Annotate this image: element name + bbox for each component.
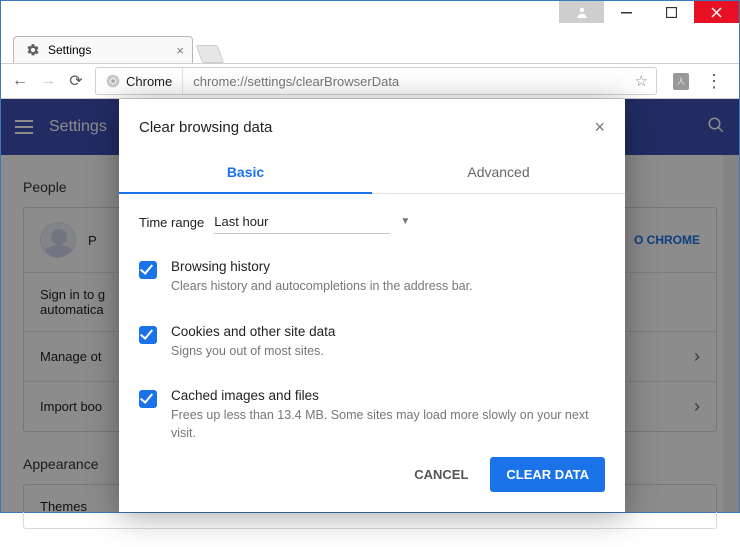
time-range-row: Time range ▼ [139, 210, 605, 245]
chrome-logo-icon [106, 74, 120, 88]
option-title: Cookies and other site data [171, 324, 335, 339]
option-browsing-history[interactable]: Browsing history Clears history and auto… [139, 245, 605, 310]
page-content: Settings People P O CHROME Sign in to g … [1, 99, 739, 512]
option-desc: Clears history and autocompletions in th… [171, 278, 473, 296]
time-range-select[interactable] [214, 210, 390, 234]
option-desc: Frees up less than 13.4 MB. Some sites m… [171, 407, 605, 442]
dialog-header: Clear browsing data × [119, 99, 625, 142]
clear-browsing-data-dialog: Clear browsing data × Basic Advanced Tim… [119, 99, 625, 512]
url-scheme-chip: Chrome [96, 68, 183, 94]
window-minimize-button[interactable] [604, 1, 649, 23]
tab-advanced[interactable]: Advanced [372, 152, 625, 194]
forward-button: → [39, 72, 57, 90]
checkbox-browsing-history[interactable] [139, 261, 157, 279]
option-desc: Signs you out of most sites. [171, 343, 335, 361]
browser-menu-button[interactable]: ⋮ [699, 71, 729, 92]
url-text: chrome://settings/clearBrowserData [183, 74, 626, 89]
window-maximize-button[interactable] [649, 1, 694, 23]
option-cookies[interactable]: Cookies and other site data Signs you ou… [139, 310, 605, 375]
time-range-label: Time range [139, 215, 204, 230]
pdf-icon[interactable]: 人 [673, 73, 689, 90]
dialog-close-button[interactable]: × [594, 117, 605, 138]
omnibox[interactable]: Chrome chrome://settings/clearBrowserDat… [95, 67, 657, 95]
new-tab-button[interactable] [196, 45, 225, 63]
chevron-down-icon: ▼ [400, 216, 410, 227]
bookmark-star-icon[interactable]: ☆ [627, 72, 656, 90]
dialog-title: Clear browsing data [139, 119, 272, 136]
toolbar: ← → ⟳ Chrome chrome://settings/clearBrow… [1, 63, 739, 99]
tab-settings[interactable]: Settings × [13, 36, 193, 63]
option-cache[interactable]: Cached images and files Frees up less th… [139, 374, 605, 443]
window-titlebar [1, 1, 739, 31]
dialog-tabs: Basic Advanced [119, 152, 625, 194]
tab-strip: Settings × [1, 31, 739, 63]
dialog-footer: CANCEL CLEAR DATA [119, 443, 625, 512]
window-user-button[interactable] [559, 1, 604, 23]
dialog-body: Time range ▼ Browsing history Clears his… [119, 194, 625, 443]
gear-icon [26, 43, 40, 57]
option-title: Browsing history [171, 259, 473, 274]
reload-button[interactable]: ⟳ [67, 71, 85, 91]
tab-close-icon[interactable]: × [176, 43, 184, 58]
tab-basic[interactable]: Basic [119, 152, 372, 194]
checkbox-cache[interactable] [139, 390, 157, 408]
clear-data-button[interactable]: CLEAR DATA [490, 457, 605, 492]
checkbox-cookies[interactable] [139, 326, 157, 344]
window-close-button[interactable] [694, 1, 739, 23]
tab-title: Settings [48, 43, 91, 57]
cancel-button[interactable]: CANCEL [402, 457, 480, 492]
option-title: Cached images and files [171, 388, 605, 403]
back-button[interactable]: ← [11, 72, 29, 90]
